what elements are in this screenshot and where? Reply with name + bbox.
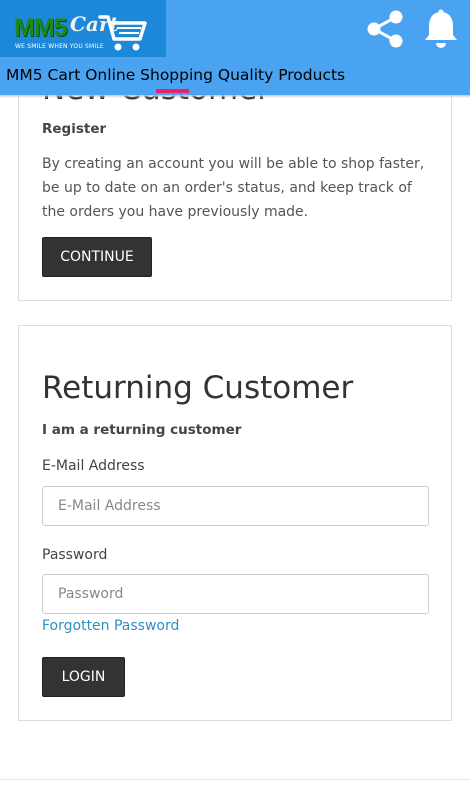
returning-customer-panel: Returning Customer I am a returning cust… xyxy=(18,325,452,721)
returning-customer-subheading: I am a returning customer xyxy=(42,422,242,438)
password-field[interactable] xyxy=(42,574,429,614)
register-description: By creating an account you will be able … xyxy=(42,156,425,220)
cart-icon xyxy=(98,15,147,51)
continue-button[interactable]: CONTINUE xyxy=(42,237,152,277)
returning-customer-heading: Returning Customer xyxy=(42,370,354,406)
app-bar: MM5 Cart WE SMILE WHEN YOU SMILE MM5 Car… xyxy=(0,0,470,95)
email-field[interactable] xyxy=(42,486,429,526)
app-title: MM5 Cart Online Shopping Quality Product… xyxy=(6,66,346,84)
app-bar-shadow xyxy=(0,95,470,98)
tab-indicator xyxy=(156,89,189,93)
login-button[interactable]: LOGIN xyxy=(42,657,125,697)
email-label: E-Mail Address xyxy=(42,458,145,474)
logo[interactable]: MM5 Cart WE SMILE WHEN YOU SMILE xyxy=(0,0,166,57)
footer-divider xyxy=(0,779,470,780)
logo-main-text: MM5 xyxy=(14,14,68,42)
bell-icon[interactable] xyxy=(421,8,461,50)
password-label: Password xyxy=(42,547,108,563)
forgotten-password-link[interactable]: Forgotten Password xyxy=(42,618,179,634)
register-subheading: Register xyxy=(42,121,107,137)
logo-tagline: WE SMILE WHEN YOU SMILE xyxy=(15,43,104,50)
share-icon[interactable] xyxy=(364,8,406,50)
